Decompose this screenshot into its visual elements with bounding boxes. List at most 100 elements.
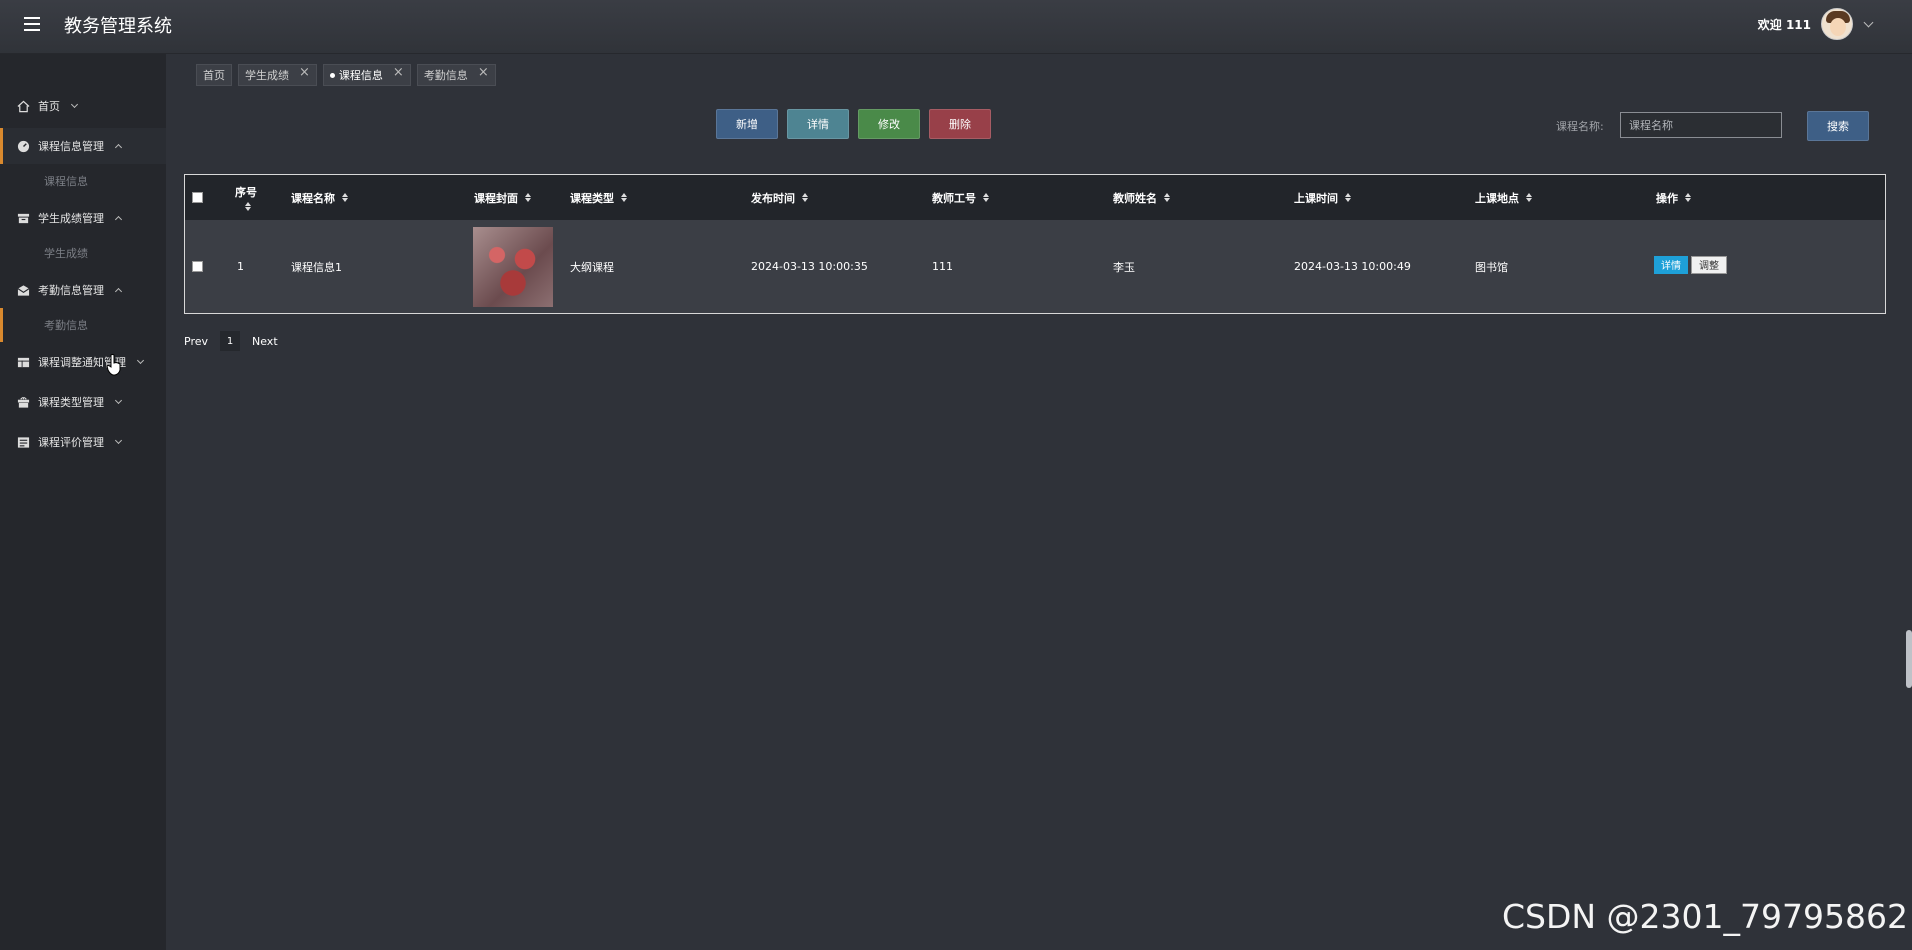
tab-bar: 首页 学生成绩 × 课程信息 × 考勤信息 ×	[196, 64, 496, 86]
avatar[interactable]	[1821, 8, 1853, 40]
tab-label: 学生成绩	[245, 69, 289, 82]
sidebar-subitem-course-info[interactable]: 课程信息	[0, 164, 166, 198]
close-icon[interactable]: ×	[393, 66, 404, 79]
cell-actions: 详情 调整	[1654, 218, 1727, 311]
cell-teacher-id: 111	[932, 260, 953, 273]
sort-icon	[525, 193, 531, 202]
prev-page-button[interactable]: Prev	[184, 335, 208, 348]
gift-icon	[16, 395, 30, 409]
sidebar-subitem-attendance[interactable]: 考勤信息	[0, 308, 166, 342]
cell-teacher-name: 李玉	[1113, 260, 1135, 274]
column-label: 课程封面	[474, 191, 518, 205]
cell-index: 1	[237, 260, 244, 273]
cell-location: 图书馆	[1475, 260, 1508, 274]
hamburger-menu-icon[interactable]	[24, 17, 40, 31]
app-title: 教务管理系统	[64, 16, 172, 37]
column-header-type[interactable]: 课程类型	[570, 175, 627, 220]
cell-type: 大纲课程	[570, 260, 614, 274]
page-number-button[interactable]: 1	[220, 331, 240, 351]
chevron-down-icon	[70, 100, 79, 108]
sidebar-item-label: 课程信息管理	[38, 140, 104, 153]
top-header: 教务管理系统 欢迎 111	[0, 0, 1912, 54]
column-header-actions[interactable]: 操作	[1656, 175, 1691, 220]
search-button[interactable]: 搜索	[1807, 111, 1869, 141]
tab-label: 首页	[203, 69, 225, 82]
chevron-up-icon	[114, 143, 123, 152]
sidebar-item-course-review-mgmt[interactable]: 课程评价管理	[0, 424, 166, 460]
sidebar-item-course-type-mgmt[interactable]: 课程类型管理	[0, 384, 166, 420]
sidebar-item-label: 课程评价管理	[38, 436, 104, 449]
select-all-checkbox[interactable]	[192, 175, 203, 220]
sidebar-subitem-student-score[interactable]: 学生成绩	[0, 236, 166, 270]
table-row[interactable]: 1 课程信息1 大纲课程 2024-03-13 10:00:35 111 李玉 …	[185, 220, 1885, 313]
column-header-location[interactable]: 上课地点	[1475, 175, 1532, 220]
close-icon[interactable]: ×	[478, 66, 489, 79]
column-header-course-name[interactable]: 课程名称	[291, 175, 348, 220]
close-icon[interactable]: ×	[299, 66, 310, 79]
sort-icon	[1164, 193, 1170, 202]
column-label: 发布时间	[751, 191, 795, 205]
tab-attendance[interactable]: 考勤信息 ×	[416, 64, 496, 86]
chevron-down-icon[interactable]	[1863, 17, 1874, 27]
sidebar-item-label: 考勤信息管理	[38, 284, 104, 297]
column-label: 教师工号	[932, 191, 976, 205]
sidebar-item-attendance-mgmt[interactable]: 考勤信息管理	[0, 272, 166, 308]
sort-icon	[621, 193, 627, 202]
next-page-button[interactable]: Next	[252, 335, 278, 348]
pagination: Prev 1 Next	[184, 331, 278, 351]
column-header-teacher-name[interactable]: 教师姓名	[1113, 175, 1170, 220]
delete-button[interactable]: 删除	[929, 109, 991, 139]
sort-icon	[1685, 193, 1691, 202]
tab-home[interactable]: 首页	[196, 64, 232, 86]
row-checkbox[interactable]	[192, 220, 203, 313]
sort-icon	[1345, 193, 1351, 202]
scrollbar[interactable]	[1906, 630, 1912, 688]
column-label: 上课时间	[1294, 191, 1338, 205]
column-header-cover[interactable]: 课程封面	[474, 175, 531, 220]
chevron-up-icon	[114, 287, 123, 296]
cell-class-time: 2024-03-13 10:00:49	[1294, 260, 1411, 273]
tab-course-info[interactable]: 课程信息 ×	[322, 64, 411, 86]
add-button[interactable]: 新增	[716, 109, 778, 139]
detail-button[interactable]: 详情	[787, 109, 849, 139]
sort-icon	[342, 193, 348, 202]
column-label: 教师姓名	[1113, 191, 1157, 205]
column-label: 操作	[1656, 191, 1678, 205]
active-dot-icon	[329, 72, 335, 78]
cell-course-name: 课程信息1	[291, 260, 342, 274]
cell-published: 2024-03-13 10:00:35	[751, 260, 868, 273]
course-cover-image[interactable]	[473, 226, 553, 307]
column-header-teacher-id[interactable]: 教师工号	[932, 175, 989, 220]
column-header-index[interactable]: 序号	[235, 175, 257, 220]
list-icon	[16, 435, 30, 449]
sidebar-item-student-score-mgmt[interactable]: 学生成绩管理	[0, 200, 166, 236]
envelope-icon	[16, 283, 30, 297]
edit-button[interactable]: 修改	[858, 109, 920, 139]
sort-icon	[1526, 193, 1532, 202]
row-detail-button[interactable]: 详情	[1654, 255, 1688, 274]
sidebar-item-course-info-mgmt[interactable]: 课程信息管理	[0, 128, 166, 164]
user-menu[interactable]: 欢迎 111	[1757, 8, 1874, 40]
chevron-up-icon	[114, 215, 123, 224]
hand-cursor-icon	[106, 354, 121, 376]
column-header-published[interactable]: 发布时间	[751, 175, 808, 220]
table-icon	[16, 355, 30, 369]
sidebar-item-home[interactable]: 首页	[0, 88, 166, 124]
archive-icon	[16, 211, 30, 225]
welcome-text: 欢迎 111	[1757, 17, 1811, 32]
chevron-down-icon	[114, 436, 123, 444]
row-adjust-button[interactable]: 调整	[1691, 255, 1727, 274]
cell-cover[interactable]	[473, 220, 553, 313]
sidebar-item-course-adjust-notice-mgmt[interactable]: 课程调整通知管理	[0, 344, 166, 380]
search-input[interactable]	[1620, 112, 1782, 138]
tab-label: 考勤信息	[423, 69, 468, 82]
column-header-class-time[interactable]: 上课时间	[1294, 175, 1351, 220]
tab-label: 课程信息	[338, 69, 383, 82]
column-label: 上课地点	[1475, 191, 1519, 205]
sidebar-item-label: 首页	[38, 100, 60, 113]
column-label: 序号	[235, 186, 257, 199]
watermark: CSDN @2301_79795862	[1501, 897, 1908, 936]
tab-student-score[interactable]: 学生成绩 ×	[238, 64, 317, 86]
column-label: 课程类型	[570, 191, 614, 205]
sidebar-item-label: 学生成绩管理	[38, 212, 104, 225]
